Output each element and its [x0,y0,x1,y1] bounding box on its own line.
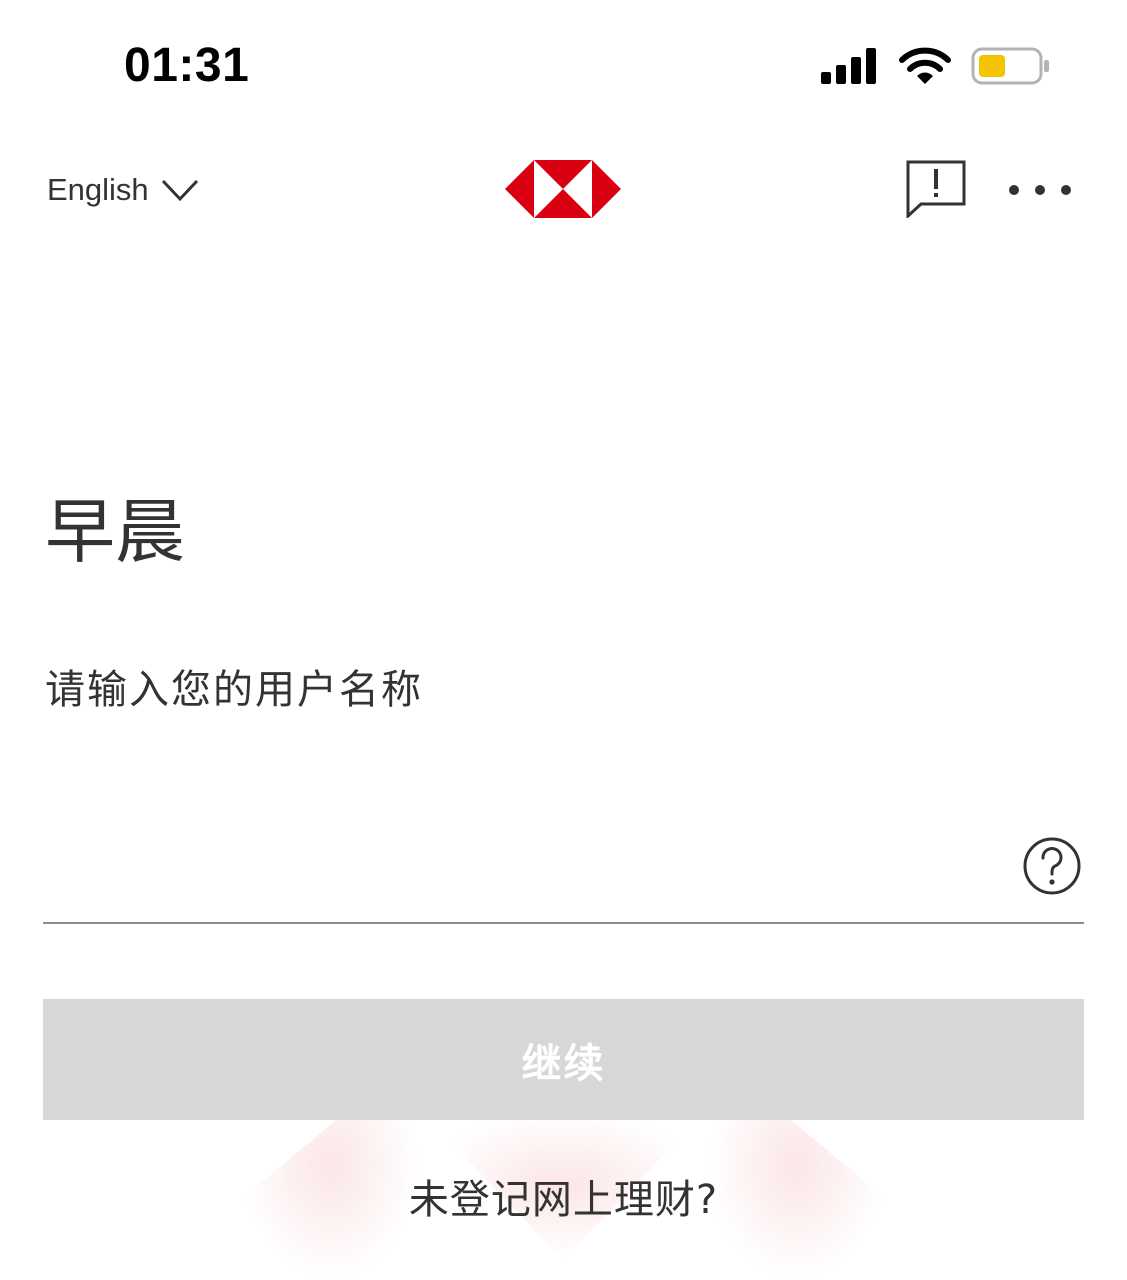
hexagon-logo [505,160,621,218]
status-time: 01:31 [124,39,250,92]
language-switcher[interactable]: English [47,168,199,212]
battery-icon [971,47,1049,85]
help-icon[interactable] [1022,836,1082,896]
username-label: 请输入您的用户名称 [45,667,423,713]
status-icons [821,44,1051,88]
wifi-icon [899,47,951,84]
username-field [43,830,1084,924]
register-link[interactable]: 未登记网上理财? [0,1172,1127,1228]
continue-button[interactable]: 继续 [43,999,1084,1120]
greeting-title: 早晨 [45,491,185,573]
login-screen: 01:31 English 早晨 请输入您的用户名称 继续 未登记网上理财? [0,0,1127,1280]
feedback-icon[interactable] [906,160,966,218]
more-icon[interactable] [1006,176,1074,204]
chevron-down-icon [161,179,198,202]
language-label: English [47,172,149,207]
cellular-signal-icon [821,48,876,84]
username-input[interactable] [43,830,1003,922]
